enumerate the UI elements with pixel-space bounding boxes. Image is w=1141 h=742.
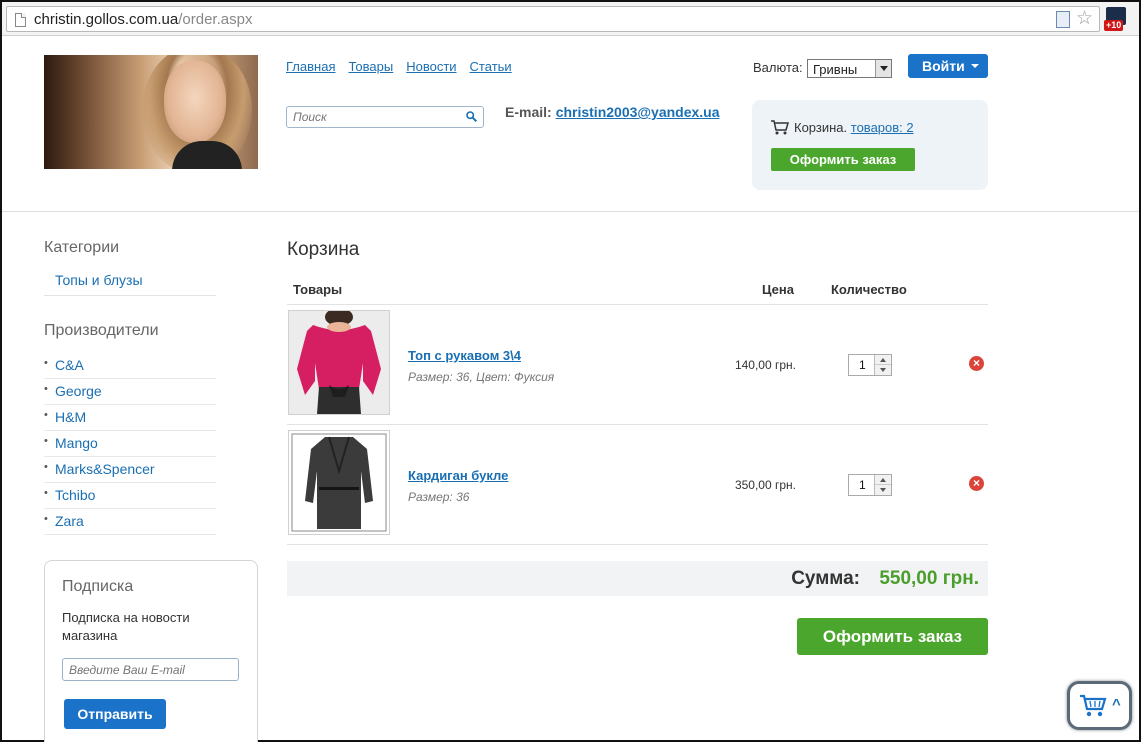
product-name-link[interactable]: Кардиган букле <box>408 468 508 483</box>
brand-item[interactable]: C&A <box>44 353 216 379</box>
logo-face <box>164 61 226 143</box>
search-input[interactable] <box>293 110 463 124</box>
brand-item[interactable]: George <box>44 379 216 405</box>
column-header-items: Товары <box>293 282 343 297</box>
increment-icon[interactable] <box>875 475 891 485</box>
cart-row: Топ с рукавом 3\4 Размер: 36, Цвет: Фукс… <box>287 305 988 425</box>
total-label: Сумма: <box>791 568 860 589</box>
url-path: /order.aspx <box>178 11 253 28</box>
contact-email: E-mail: christin2003@yandex.ua <box>505 104 720 120</box>
mini-cart-order-button[interactable]: Оформить заказ <box>771 148 915 171</box>
brand-item[interactable]: Tchibo <box>44 483 216 509</box>
chevron-up-icon[interactable]: ^ <box>1112 696 1121 713</box>
checkout-button[interactable]: Оформить заказ <box>797 618 988 655</box>
login-label: Войти <box>922 58 965 74</box>
top-navigation: Главная Товары Новости Статьи <box>286 59 512 74</box>
brand-item[interactable]: Zara <box>44 509 216 535</box>
site-logo-photo[interactable] <box>44 55 258 169</box>
currency-select[interactable]: Гривны <box>807 59 892 78</box>
quantity-spinner <box>874 355 891 375</box>
increment-icon[interactable] <box>875 355 891 365</box>
product-image-top[interactable] <box>288 308 390 415</box>
subscribe-send-button[interactable]: Отправить <box>64 699 166 729</box>
column-header-price: Цена <box>762 282 794 297</box>
product-photo <box>289 308 389 414</box>
quantity-value: 1 <box>859 478 866 492</box>
page-title: Корзина <box>287 239 360 260</box>
brands-title: Производители <box>44 322 159 339</box>
quantity-stepper[interactable]: 1 <box>848 474 892 496</box>
star-icon[interactable]: ☆ <box>1076 9 1093 28</box>
total-bar: Сумма: 550,00 грн. <box>287 561 988 596</box>
product-name-link[interactable]: Топ с рукавом 3\4 <box>408 348 521 363</box>
brand-list: C&A George H&M Mango Marks&Spencer Tchib… <box>44 353 216 535</box>
brand-item[interactable]: Marks&Spencer <box>44 457 216 483</box>
cart-icon <box>771 120 789 135</box>
subscribe-text: Подписка на новости магазина <box>62 610 190 643</box>
categories-title: Категории <box>44 239 120 256</box>
subscribe-email-input[interactable] <box>69 663 234 677</box>
nav-news[interactable]: Новости <box>406 59 456 74</box>
mini-cart: Корзина. товаров: 2 Оформить заказ <box>752 100 988 190</box>
cart-row: Кардиган букле Размер: 36 350,00 грн. 1 … <box>287 425 988 545</box>
brand-item[interactable]: H&M <box>44 405 216 431</box>
remove-icon[interactable]: × <box>969 356 984 371</box>
mini-cart-text: Корзина. товаров: 2 <box>794 120 914 135</box>
column-header-qty: Количество <box>831 282 907 297</box>
currency-label: Валюта: <box>753 60 803 75</box>
address-bar[interactable]: christin.gollos.com.ua/order.aspx ☆ <box>6 6 1100 32</box>
decrement-icon[interactable] <box>875 485 891 495</box>
category-item[interactable]: Топы и блузы <box>44 272 216 296</box>
remove-icon[interactable]: × <box>969 476 984 491</box>
login-button[interactable]: Войти <box>908 54 988 78</box>
quantity-stepper[interactable]: 1 <box>848 354 892 376</box>
document-icon[interactable] <box>1055 10 1070 28</box>
product-description: Размер: 36, Цвет: Фуксия <box>408 370 555 384</box>
product-description: Размер: 36 <box>408 490 470 504</box>
floating-cart-widget[interactable]: ^ <box>1067 681 1132 730</box>
mini-cart-count-link[interactable]: товаров: 2 <box>851 120 914 135</box>
brand-item[interactable]: Mango <box>44 431 216 457</box>
total-value: 550,00 грн. <box>879 568 979 589</box>
page-icon <box>15 13 26 27</box>
chevron-down-icon <box>875 60 891 77</box>
quantity-spinner <box>874 475 891 495</box>
url-text[interactable]: christin.gollos.com.ua/order.aspx <box>34 11 252 28</box>
subscribe-panel: Подписка Подписка на новости магазина От… <box>44 560 258 742</box>
header-divider <box>2 211 1139 212</box>
search-icon[interactable] <box>466 111 477 122</box>
extension-icon[interactable]: +10 <box>1104 7 1130 33</box>
mini-cart-label: Корзина. <box>794 120 848 135</box>
decrement-icon[interactable] <box>875 365 891 375</box>
subscribe-title: Подписка <box>62 578 134 595</box>
currency-value: Гривны <box>813 62 858 77</box>
product-price: 350,00 грн. <box>734 478 796 492</box>
product-photo <box>289 431 389 534</box>
browser-toolbar: christin.gollos.com.ua/order.aspx ☆ +10 <box>2 2 1139 36</box>
quantity-value: 1 <box>859 358 866 372</box>
search-box <box>286 106 484 128</box>
subscribe-email-box <box>62 658 239 681</box>
email-label: E-mail: <box>505 104 552 120</box>
cart-icon <box>1080 694 1107 717</box>
product-image-cardigan[interactable] <box>288 430 390 535</box>
product-price: 140,00 грн. <box>734 358 796 372</box>
nav-articles[interactable]: Статьи <box>470 59 512 74</box>
email-link[interactable]: christin2003@yandex.ua <box>556 104 720 120</box>
nav-home[interactable]: Главная <box>286 59 335 74</box>
url-host: christin.gollos.com.ua <box>34 11 179 28</box>
extension-badge: +10 <box>1104 20 1124 31</box>
nav-products[interactable]: Товары <box>348 59 393 74</box>
caret-down-icon <box>971 64 979 68</box>
